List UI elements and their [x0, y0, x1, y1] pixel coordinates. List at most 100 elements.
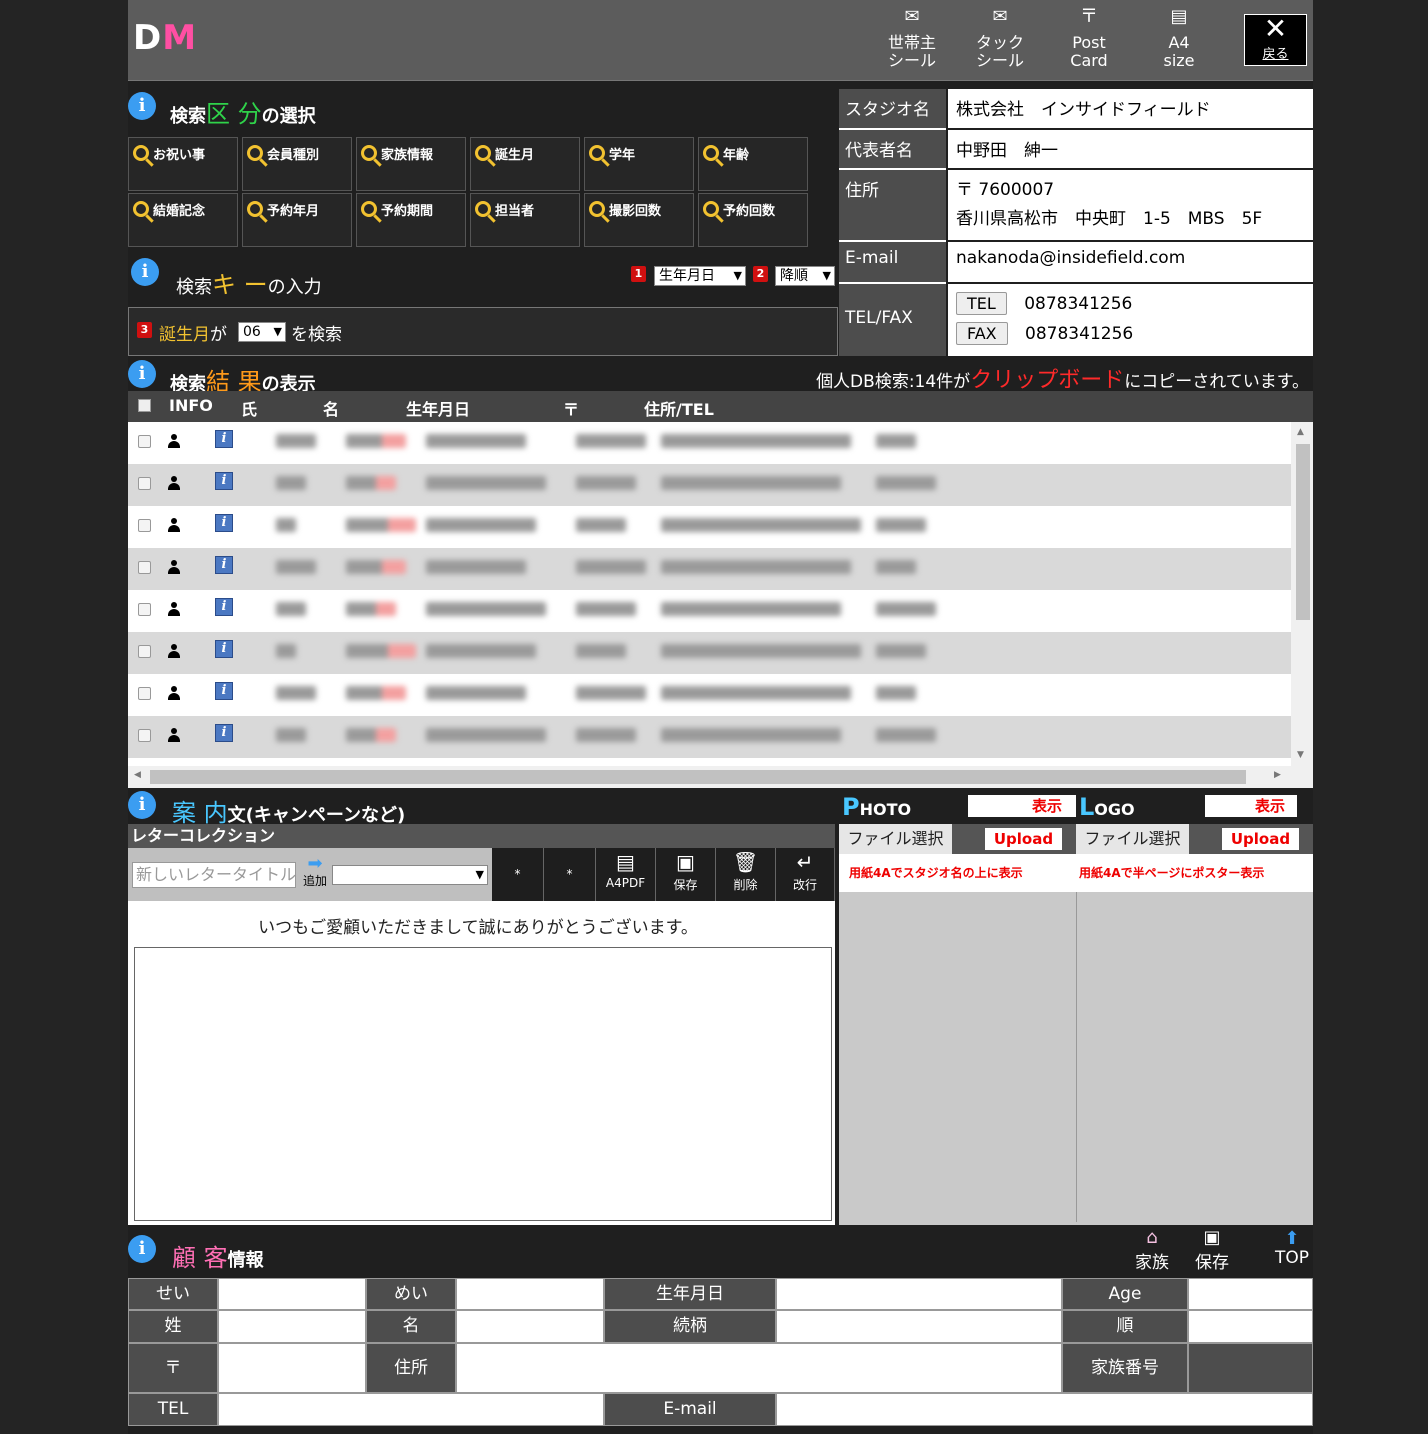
- logo-show-button[interactable]: 表示: [1205, 795, 1297, 817]
- newline-button[interactable]: ↵ 改行: [776, 848, 835, 901]
- scroll-down-icon[interactable]: ▼: [1297, 750, 1304, 760]
- info-detail-icon[interactable]: i: [215, 514, 233, 532]
- tel-input[interactable]: [218, 1393, 604, 1426]
- row-checkbox[interactable]: [138, 645, 151, 658]
- search-category-button[interactable]: 学年: [584, 137, 694, 191]
- sei-input[interactable]: [218, 1278, 366, 1310]
- row-checkbox[interactable]: [138, 687, 151, 700]
- customer-form: せい めい 生年月日 Age 姓 名 続柄 順 〒 住所 家族番号 TEL E-…: [128, 1278, 1313, 1426]
- row-checkbox[interactable]: [138, 603, 151, 616]
- add-letter-button[interactable]: ➡ 追加: [300, 855, 330, 889]
- info-detail-icon[interactable]: i: [215, 556, 233, 574]
- search-category-button[interactable]: 家族情報: [356, 137, 466, 191]
- select-all-checkbox[interactable]: [138, 399, 151, 412]
- photo-show-button[interactable]: 表示: [968, 795, 1076, 817]
- person-icon: [168, 560, 180, 576]
- sort1-select[interactable]: 生年月日 ▼: [654, 266, 746, 286]
- zip-label: 〒: [128, 1343, 218, 1393]
- postcard-button[interactable]: 〒 Post Card: [1049, 6, 1129, 78]
- order-input[interactable]: [1188, 1310, 1313, 1343]
- table-row[interactable]: i: [128, 674, 1291, 716]
- studio-name-value: 株式会社 インサイドフィールド: [946, 89, 1313, 130]
- logo-upload-button[interactable]: Upload: [1222, 828, 1299, 850]
- back-button[interactable]: ✕ 戻る: [1244, 14, 1307, 66]
- age-input[interactable]: [1188, 1278, 1313, 1310]
- search-category-button[interactable]: 予約期間: [356, 193, 466, 247]
- save-customer-button[interactable]: ▣ 保存: [1192, 1228, 1232, 1274]
- mei-input[interactable]: [456, 1278, 604, 1310]
- search-category-button[interactable]: お祝い事: [128, 137, 238, 191]
- a4-size-button[interactable]: ▤ A4 size: [1139, 6, 1219, 78]
- top-button[interactable]: ⬆ TOP: [1272, 1230, 1312, 1269]
- info-detail-icon[interactable]: i: [215, 430, 233, 448]
- table-row[interactable]: i: [128, 632, 1291, 674]
- fax-tag[interactable]: FAX: [956, 322, 1008, 345]
- row-checkbox[interactable]: [138, 729, 151, 742]
- address-input[interactable]: [456, 1343, 1062, 1393]
- info-detail-icon[interactable]: i: [215, 724, 233, 742]
- tack-label-button[interactable]: ✉ タック シール: [960, 6, 1040, 78]
- info-icon[interactable]: i: [128, 791, 156, 819]
- family-button[interactable]: ⌂ 家族: [1132, 1228, 1172, 1274]
- info-detail-icon[interactable]: i: [215, 598, 233, 616]
- info-icon[interactable]: i: [128, 1235, 156, 1263]
- table-row[interactable]: i: [128, 464, 1291, 506]
- scroll-left-icon[interactable]: ◀: [134, 770, 141, 780]
- last-name-input[interactable]: [218, 1310, 366, 1343]
- photo-preview[interactable]: [843, 894, 1071, 1222]
- row-checkbox[interactable]: [138, 561, 151, 574]
- h-scroll-thumb[interactable]: [150, 770, 1246, 784]
- table-row[interactable]: i: [128, 506, 1291, 548]
- letter-title-input[interactable]: 新しいレタータイトル: [132, 862, 296, 888]
- star-button-2[interactable]: *: [544, 848, 596, 901]
- email-input[interactable]: [776, 1393, 1313, 1426]
- row-checkbox[interactable]: [138, 477, 151, 490]
- photo-upload-button[interactable]: Upload: [985, 828, 1062, 850]
- table-row[interactable]: i: [128, 422, 1291, 464]
- zip-input[interactable]: [218, 1343, 366, 1393]
- tel-tag[interactable]: TEL: [956, 292, 1007, 315]
- search-category-button[interactable]: 誕生月: [470, 137, 580, 191]
- fax-number: 0878341256: [1025, 324, 1134, 344]
- vertical-scrollbar[interactable]: ▲ ▼: [1291, 422, 1313, 766]
- info-icon[interactable]: i: [131, 258, 159, 286]
- info-detail-icon[interactable]: i: [215, 472, 233, 490]
- relation-input[interactable]: [776, 1310, 1062, 1343]
- close-icon: ✕: [1263, 12, 1288, 45]
- scroll-right-icon[interactable]: ▶: [1274, 770, 1281, 780]
- horizontal-scrollbar[interactable]: ◀ ▶: [128, 766, 1313, 788]
- letter-textarea[interactable]: [134, 947, 832, 1221]
- household-label-button[interactable]: ✉ 世帯主 シール: [872, 6, 952, 78]
- birthdate-input[interactable]: [776, 1278, 1062, 1310]
- letter-select[interactable]: ▼: [332, 865, 488, 885]
- info-detail-icon[interactable]: i: [215, 682, 233, 700]
- table-row[interactable]: i: [128, 716, 1291, 758]
- a4pdf-button[interactable]: ▤ A4PDF: [596, 848, 656, 901]
- scroll-up-icon[interactable]: ▲: [1297, 427, 1304, 437]
- info-detail-icon[interactable]: i: [215, 640, 233, 658]
- logo-file-select[interactable]: ファイル選択: [1076, 824, 1189, 854]
- save-letter-button[interactable]: ▣ 保存: [656, 848, 716, 901]
- sort2-select[interactable]: 降順 ▼: [775, 266, 835, 286]
- star-button-1[interactable]: *: [492, 848, 544, 901]
- search-category-button[interactable]: 予約回数: [698, 193, 808, 247]
- table-row[interactable]: i: [128, 590, 1291, 632]
- search-category-button[interactable]: 年齢: [698, 137, 808, 191]
- month-select[interactable]: 06 ▼: [238, 322, 286, 342]
- table-row[interactable]: i: [128, 548, 1291, 590]
- photo-file-select[interactable]: ファイル選択: [839, 824, 952, 854]
- info-icon[interactable]: i: [128, 360, 156, 388]
- search-category-button[interactable]: 結婚記念: [128, 193, 238, 247]
- search-category-button[interactable]: 担当者: [470, 193, 580, 247]
- logo-preview[interactable]: [1081, 894, 1309, 1222]
- age-label: Age: [1062, 1278, 1188, 1310]
- search-category-button[interactable]: 予約年月: [242, 193, 352, 247]
- search-category-button[interactable]: 撮影回数: [584, 193, 694, 247]
- row-checkbox[interactable]: [138, 435, 151, 448]
- info-icon[interactable]: i: [128, 92, 156, 120]
- row-checkbox[interactable]: [138, 519, 151, 532]
- first-name-input[interactable]: [456, 1310, 604, 1343]
- search-category-button[interactable]: 会員種別: [242, 137, 352, 191]
- scroll-thumb[interactable]: [1296, 444, 1310, 620]
- delete-letter-button[interactable]: 🗑 削除: [716, 848, 776, 901]
